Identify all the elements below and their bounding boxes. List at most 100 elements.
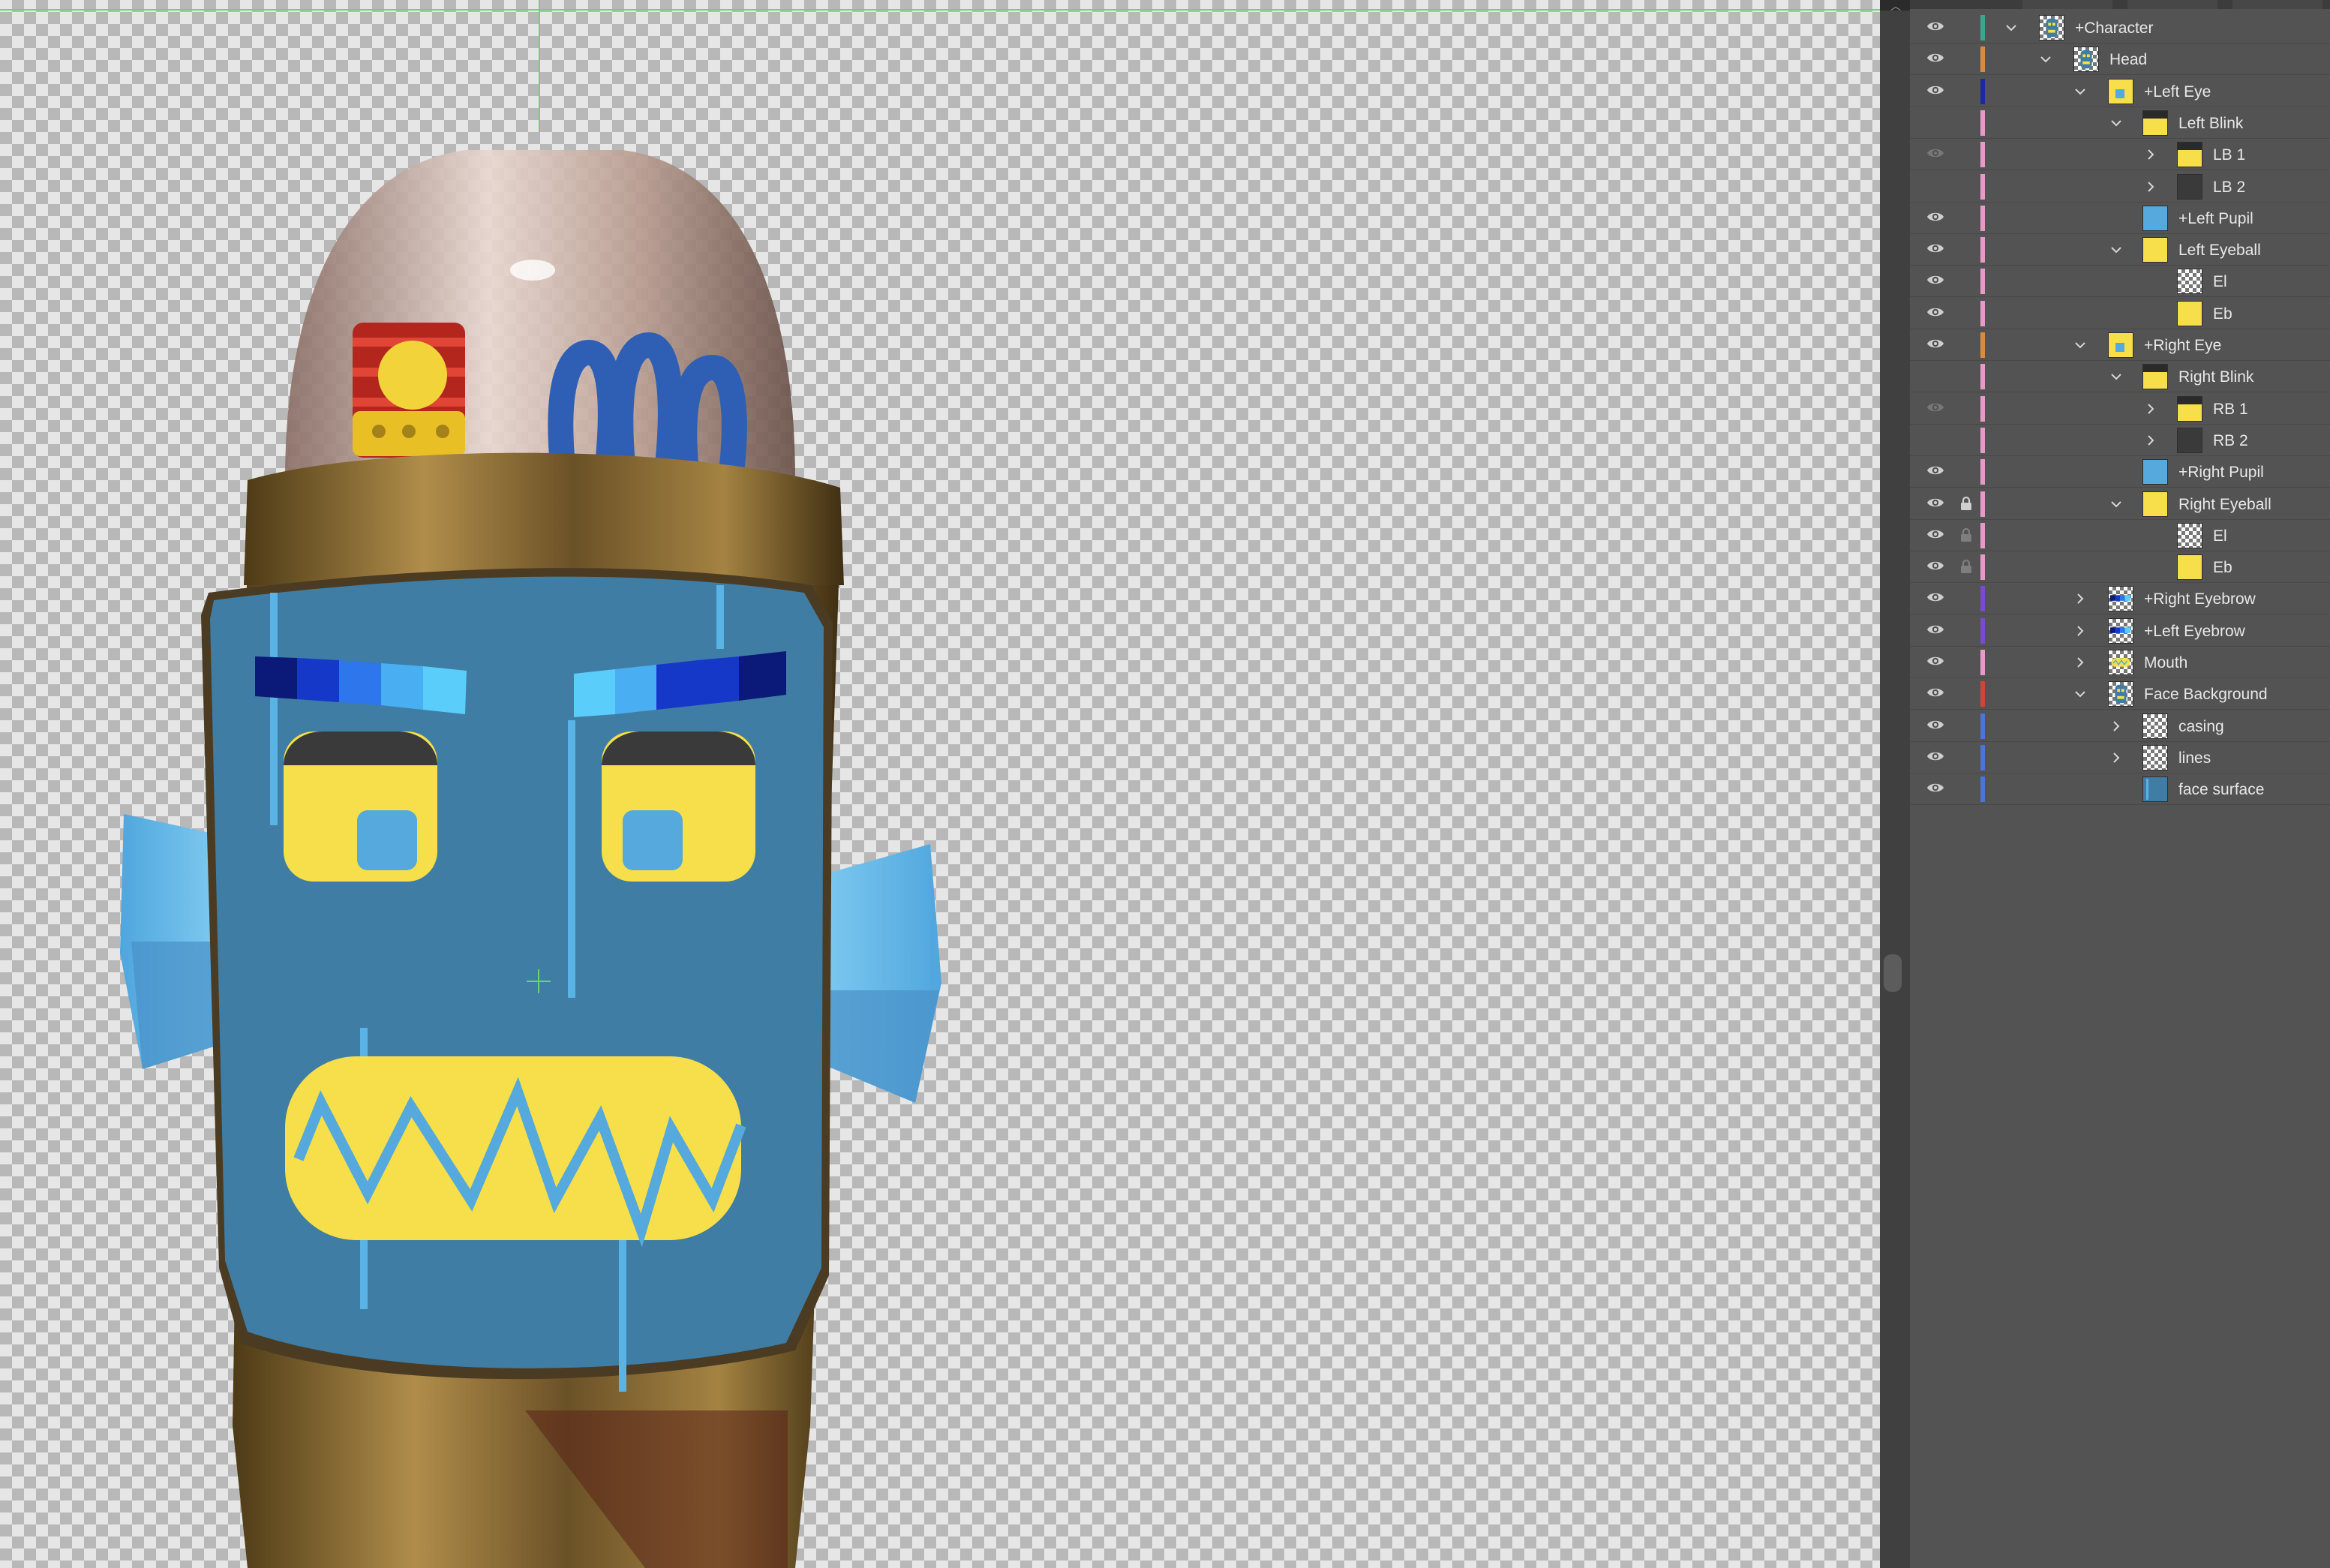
- visibility-eye-icon[interactable]: [1926, 20, 1944, 33]
- visibility-eye-icon[interactable]: [1926, 559, 1944, 572]
- layer-row[interactable]: LB 2: [1910, 171, 2330, 203]
- lock-icon[interactable]: [1959, 179, 1973, 194]
- visibility-eye-icon[interactable]: [1926, 179, 1944, 192]
- collapse-panel-button[interactable]: ︿: [1880, 0, 1910, 13]
- layer-name[interactable]: El: [2213, 273, 2227, 291]
- layer-name[interactable]: +Left Pupil: [2178, 210, 2253, 228]
- layer-row[interactable]: face surface: [1910, 773, 2330, 806]
- lock-icon[interactable]: [1959, 337, 1973, 352]
- chevron-right-icon[interactable]: [2072, 623, 2088, 639]
- layer-name[interactable]: El: [2213, 527, 2227, 545]
- lock-icon[interactable]: [1959, 242, 1973, 257]
- visibility-eye-icon[interactable]: [1926, 115, 1944, 128]
- visibility-eye-icon[interactable]: [1926, 83, 1944, 97]
- layer-name[interactable]: Right Blink: [2178, 368, 2253, 386]
- panel-tab[interactable]: [2127, 0, 2217, 9]
- lock-icon[interactable]: [1959, 401, 1973, 416]
- layer-name[interactable]: Face Background: [2144, 686, 2268, 704]
- visibility-eye-icon[interactable]: [1926, 337, 1944, 350]
- visibility-eye-icon[interactable]: [1926, 368, 1944, 382]
- layer-row[interactable]: Head: [1910, 44, 2330, 76]
- panel-resize-handle[interactable]: [1884, 954, 1902, 992]
- chevron-right-icon[interactable]: [2142, 401, 2159, 417]
- chevron-right-icon[interactable]: [2072, 590, 2088, 607]
- layer-name[interactable]: face surface: [2178, 781, 2264, 799]
- lock-icon[interactable]: [1959, 496, 1973, 511]
- layer-name[interactable]: +Right Eye: [2144, 337, 2221, 355]
- layer-row[interactable]: LB 1: [1910, 139, 2330, 171]
- lock-icon[interactable]: [1959, 83, 1973, 98]
- anchor-crosshair-icon[interactable]: [525, 968, 552, 995]
- visibility-eye-icon[interactable]: [1926, 623, 1944, 636]
- lock-icon[interactable]: [1959, 527, 1973, 542]
- chevron-right-icon[interactable]: [2142, 432, 2159, 449]
- layer-row[interactable]: casing: [1910, 710, 2330, 742]
- layer-row[interactable]: Left Blink: [1910, 107, 2330, 139]
- layer-row[interactable]: Mouth: [1910, 647, 2330, 678]
- visibility-eye-icon[interactable]: [1926, 146, 1944, 160]
- lock-icon[interactable]: [1959, 368, 1973, 383]
- layer-row[interactable]: Right Blink: [1910, 361, 2330, 393]
- chevron-right-icon[interactable]: [2108, 718, 2124, 734]
- layer-name[interactable]: +Left Eye: [2144, 83, 2211, 101]
- chevron-down-icon[interactable]: [2072, 686, 2088, 702]
- lock-icon[interactable]: [1959, 432, 1973, 447]
- visibility-eye-icon[interactable]: [1926, 432, 1944, 446]
- visibility-eye-icon[interactable]: [1926, 51, 1944, 65]
- lock-icon[interactable]: [1959, 305, 1973, 320]
- visibility-eye-icon[interactable]: [1926, 527, 1944, 541]
- lock-icon[interactable]: [1959, 749, 1973, 764]
- layer-row[interactable]: Left Eyeball: [1910, 234, 2330, 266]
- layer-name[interactable]: Mouth: [2144, 654, 2187, 672]
- layer-row[interactable]: RB 2: [1910, 425, 2330, 456]
- layer-row[interactable]: +Right Pupil: [1910, 456, 2330, 488]
- layer-row[interactable]: +Left Eyebrow: [1910, 615, 2330, 647]
- visibility-eye-icon[interactable]: [1926, 242, 1944, 255]
- chevron-down-icon[interactable]: [2108, 368, 2124, 385]
- visibility-eye-icon[interactable]: [1926, 718, 1944, 731]
- layer-name[interactable]: Eb: [2213, 559, 2232, 577]
- layer-row[interactable]: +Right Eye: [1910, 329, 2330, 361]
- visibility-eye-icon[interactable]: [1926, 654, 1944, 668]
- chevron-right-icon[interactable]: [2142, 146, 2159, 163]
- layer-row[interactable]: +Character: [1910, 12, 2330, 44]
- layer-name[interactable]: RB 2: [2213, 432, 2248, 450]
- layer-row[interactable]: +Right Eyebrow: [1910, 583, 2330, 615]
- panel-tab[interactable]: [2022, 0, 2112, 9]
- lock-icon[interactable]: [1959, 20, 1973, 35]
- layer-name[interactable]: Head: [2109, 51, 2147, 69]
- layer-name[interactable]: LB 1: [2213, 146, 2245, 164]
- lock-icon[interactable]: [1959, 654, 1973, 669]
- visibility-eye-icon[interactable]: [1926, 210, 1944, 224]
- layer-name[interactable]: +Left Eyebrow: [2144, 623, 2245, 641]
- layer-name[interactable]: casing: [2178, 718, 2224, 736]
- layer-row[interactable]: Right Eyeball: [1910, 488, 2330, 520]
- layer-name[interactable]: lines: [2178, 749, 2211, 767]
- layer-row[interactable]: +Left Pupil: [1910, 203, 2330, 234]
- lock-icon[interactable]: [1959, 115, 1973, 130]
- visibility-eye-icon[interactable]: [1926, 464, 1944, 477]
- chevron-right-icon[interactable]: [2072, 654, 2088, 671]
- visibility-eye-icon[interactable]: [1926, 749, 1944, 763]
- visibility-eye-icon[interactable]: [1926, 401, 1944, 414]
- layer-name[interactable]: +Character: [2075, 20, 2153, 38]
- layer-row[interactable]: Eb: [1910, 298, 2330, 329]
- visibility-eye-icon[interactable]: [1926, 273, 1944, 287]
- lock-icon[interactable]: [1959, 210, 1973, 225]
- chevron-right-icon[interactable]: [2142, 179, 2159, 195]
- artboard-canvas[interactable]: [0, 0, 1880, 1568]
- lock-icon[interactable]: [1959, 623, 1973, 638]
- robot-character-artwork[interactable]: [0, 0, 1880, 1568]
- layer-name[interactable]: +Right Pupil: [2178, 464, 2264, 482]
- layer-row[interactable]: Eb: [1910, 551, 2330, 584]
- layer-row[interactable]: El: [1910, 266, 2330, 298]
- chevron-down-icon[interactable]: [2003, 20, 2019, 36]
- panel-tab[interactable]: [2232, 0, 2322, 9]
- chevron-down-icon[interactable]: [2108, 242, 2124, 258]
- chevron-down-icon[interactable]: [2037, 51, 2054, 68]
- chevron-right-icon[interactable]: [2108, 749, 2124, 766]
- lock-icon[interactable]: [1959, 781, 1973, 796]
- lock-icon[interactable]: [1959, 51, 1973, 66]
- chevron-down-icon[interactable]: [2108, 115, 2124, 131]
- layer-name[interactable]: Left Eyeball: [2178, 242, 2261, 260]
